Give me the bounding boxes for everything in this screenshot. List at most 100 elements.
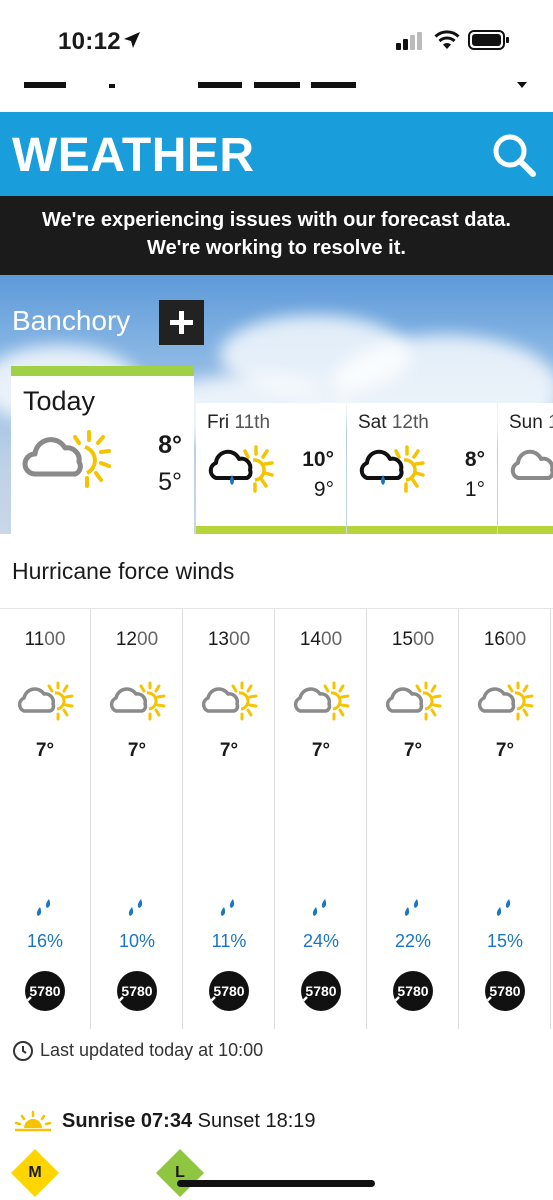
sunrise-time: 07:34 <box>140 1110 193 1132</box>
hour-column[interactable]: 1500 7° 22% 5780 <box>368 609 459 1029</box>
sunny-intervals-icon <box>477 681 534 721</box>
chevron-down-icon[interactable] <box>517 82 527 88</box>
badge-m-label: M <box>28 1164 42 1181</box>
hour-temp: 7° <box>311 740 331 761</box>
location-arrow-icon <box>124 32 140 48</box>
sunny-intervals-icon <box>22 430 111 488</box>
rain-chance: 24% <box>302 931 340 951</box>
hour-time: 1400 <box>299 629 343 650</box>
wifi-icon <box>434 30 460 49</box>
wind-speed-badge: 5780 <box>25 971 65 1011</box>
wind-direction-arrow-icon <box>301 996 308 1007</box>
sunny-intervals-icon <box>385 681 442 721</box>
wind-speed-badge: 5780 <box>301 971 341 1011</box>
wind-direction-arrow-icon <box>393 996 400 1007</box>
min-temp: 1° <box>464 478 485 501</box>
badge-l[interactable]: L <box>155 1148 205 1198</box>
wind-speed-badge: 5780 <box>485 971 525 1011</box>
page-title: WEATHER <box>12 129 255 182</box>
sunny-intervals-icon <box>17 681 74 721</box>
max-temp: 8° <box>464 448 485 471</box>
wind-speed-badge: 5780 <box>117 971 157 1011</box>
day-label: Today <box>23 386 96 416</box>
badge-m[interactable]: M <box>10 1148 60 1198</box>
hour-temp: 7° <box>35 740 55 761</box>
sunny-intervals-icon <box>201 681 258 721</box>
alert-line-1: We're experiencing issues with our forec… <box>42 209 511 231</box>
hour-column[interactable]: 1600 7° 15% 5780 <box>460 609 551 1029</box>
raindrops-icon <box>36 899 51 916</box>
sun-times: Sunrise 07:34 Sunset 18:19 <box>62 1110 316 1133</box>
rain-chance: 16% <box>26 931 64 951</box>
today-min-temp: 5° <box>158 468 182 496</box>
wind-direction-arrow-icon <box>485 996 492 1007</box>
hour-column[interactable]: 1100 7° 16% 5780 <box>0 609 91 1029</box>
day-label: Sat 12th <box>358 412 429 433</box>
wind-direction-arrow-icon <box>209 996 216 1007</box>
hour-temp: 7° <box>127 740 147 761</box>
clock-icon <box>13 1041 33 1061</box>
raindrops-icon <box>496 899 511 916</box>
hour-time: 1100 <box>24 629 66 650</box>
day-card-fri[interactable]: Fri 11th 10° 9° <box>196 403 346 534</box>
sunset-label: Sunset <box>197 1110 260 1132</box>
nav-fragment <box>198 82 242 88</box>
sunny-intervals-icon <box>510 449 553 480</box>
today-max-temp: 8° <box>158 431 182 459</box>
day-label: Fri 11th <box>207 412 271 433</box>
nav-fragment <box>109 84 115 88</box>
rain-chance: 11% <box>211 931 247 951</box>
hourly-forecast[interactable]: 1100 7° 16% 5780 1200 7° 10% 5780 1300 7… <box>0 608 553 1029</box>
wind-speed-badge: 5780 <box>209 971 249 1011</box>
status-bar: 10:12 <box>0 0 553 78</box>
signal-icon <box>396 32 422 50</box>
hour-column[interactable]: 1400 7° 24% 5780 <box>276 609 367 1029</box>
hour-temp: 7° <box>403 740 423 761</box>
hour-temp: 7° <box>219 740 239 761</box>
day-label: Sun 1 <box>509 412 553 433</box>
forecast-issue-banner: We're experiencing issues with our forec… <box>0 196 553 275</box>
hour-temp: 7° <box>495 740 515 761</box>
forecast-hero: Banchory Today 8° 5° Fri 11th 10° 9° Sat… <box>0 275 553 534</box>
nav-fragment <box>254 82 300 88</box>
raindrops-icon <box>312 899 327 916</box>
rain-chance: 15% <box>486 931 524 951</box>
nav-fragment <box>311 82 356 88</box>
hour-time: 1600 <box>483 629 527 650</box>
home-indicator[interactable] <box>177 1180 375 1187</box>
hour-time: 1500 <box>391 629 435 650</box>
wind-direction-arrow-icon <box>117 996 124 1007</box>
sunrise-label: Sunrise <box>62 1110 136 1132</box>
hour-column[interactable]: 1300 7° 11% 5780 <box>184 609 275 1029</box>
plus-icon <box>170 311 193 334</box>
light-rain-sun-icon <box>208 445 274 493</box>
raindrops-icon <box>404 899 419 916</box>
hour-time: 1300 <box>207 629 251 650</box>
sunrise-icon <box>14 1110 52 1132</box>
max-temp: 10° <box>302 448 334 471</box>
search-icon <box>493 134 536 177</box>
hour-time: 1200 <box>115 629 159 650</box>
alert-line-2: We're working to resolve it. <box>147 237 406 259</box>
wind-speed-badge: 5780 <box>393 971 433 1011</box>
day-card-sat[interactable]: Sat 12th 8° 1° <box>347 403 497 534</box>
rain-chance: 10% <box>118 931 156 951</box>
sunny-intervals-icon <box>293 681 350 721</box>
day-card-today[interactable]: Today 8° 5° <box>11 366 194 534</box>
light-rain-sun-icon <box>359 445 425 493</box>
weather-header: WEATHER <box>0 112 553 196</box>
sunny-intervals-icon <box>109 681 166 721</box>
weather-warning-title[interactable]: Hurricane force winds <box>12 558 234 585</box>
min-temp: 9° <box>313 478 334 501</box>
hour-column[interactable]: 1200 7° 10% 5780 <box>92 609 183 1029</box>
rain-chance: 22% <box>394 931 432 951</box>
add-location-button[interactable] <box>159 300 204 345</box>
wind-direction-arrow-icon <box>25 996 32 1007</box>
nav-fragment <box>24 82 66 88</box>
raindrops-icon <box>220 899 235 916</box>
scrolled-nav <box>0 78 553 112</box>
sunset-time: 18:19 <box>265 1110 316 1132</box>
raindrops-icon <box>128 899 143 916</box>
day-card-sun[interactable]: Sun 1 <box>498 403 553 534</box>
search-button[interactable] <box>491 132 537 178</box>
